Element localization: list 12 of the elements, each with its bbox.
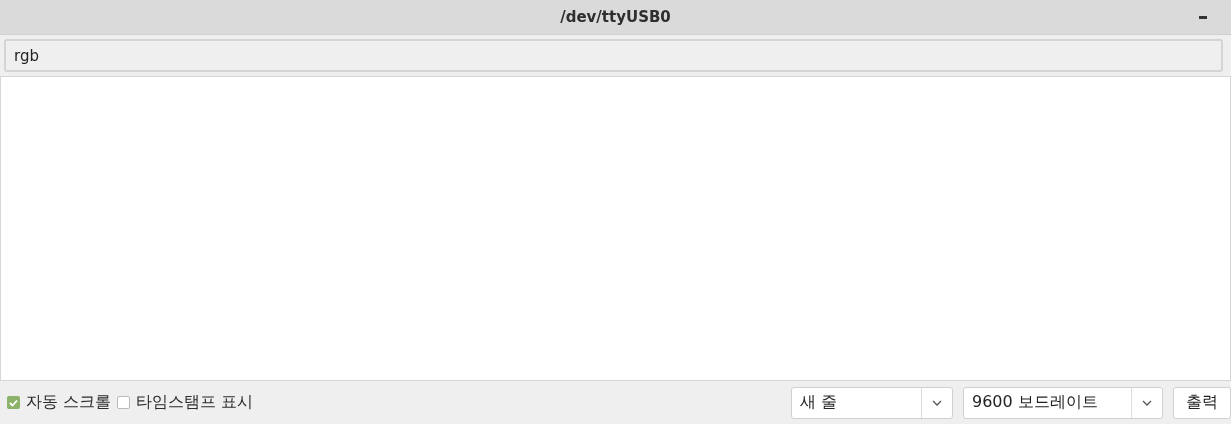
output-button[interactable]: 출력: [1173, 386, 1231, 419]
checkbox[interactable]: [117, 396, 131, 409]
chevron-icon: [1142, 399, 1152, 406]
checkbox-label: 타임스탬프 표시: [136, 392, 254, 413]
dropdown[interactable]: 9600 보드레이트: [963, 386, 1163, 419]
input-field[interactable]: rgb: [4, 39, 1223, 72]
checkbox-label: 자동 스크롤: [26, 392, 112, 413]
dropdown[interactable]: 새 줄: [791, 386, 953, 419]
checkbox[interactable]: [7, 396, 20, 409]
minimize-icon[interactable]: [1199, 16, 1207, 19]
chevron-icon: [932, 399, 942, 406]
window-title: /dev/ttyUSB0: [560, 8, 671, 26]
